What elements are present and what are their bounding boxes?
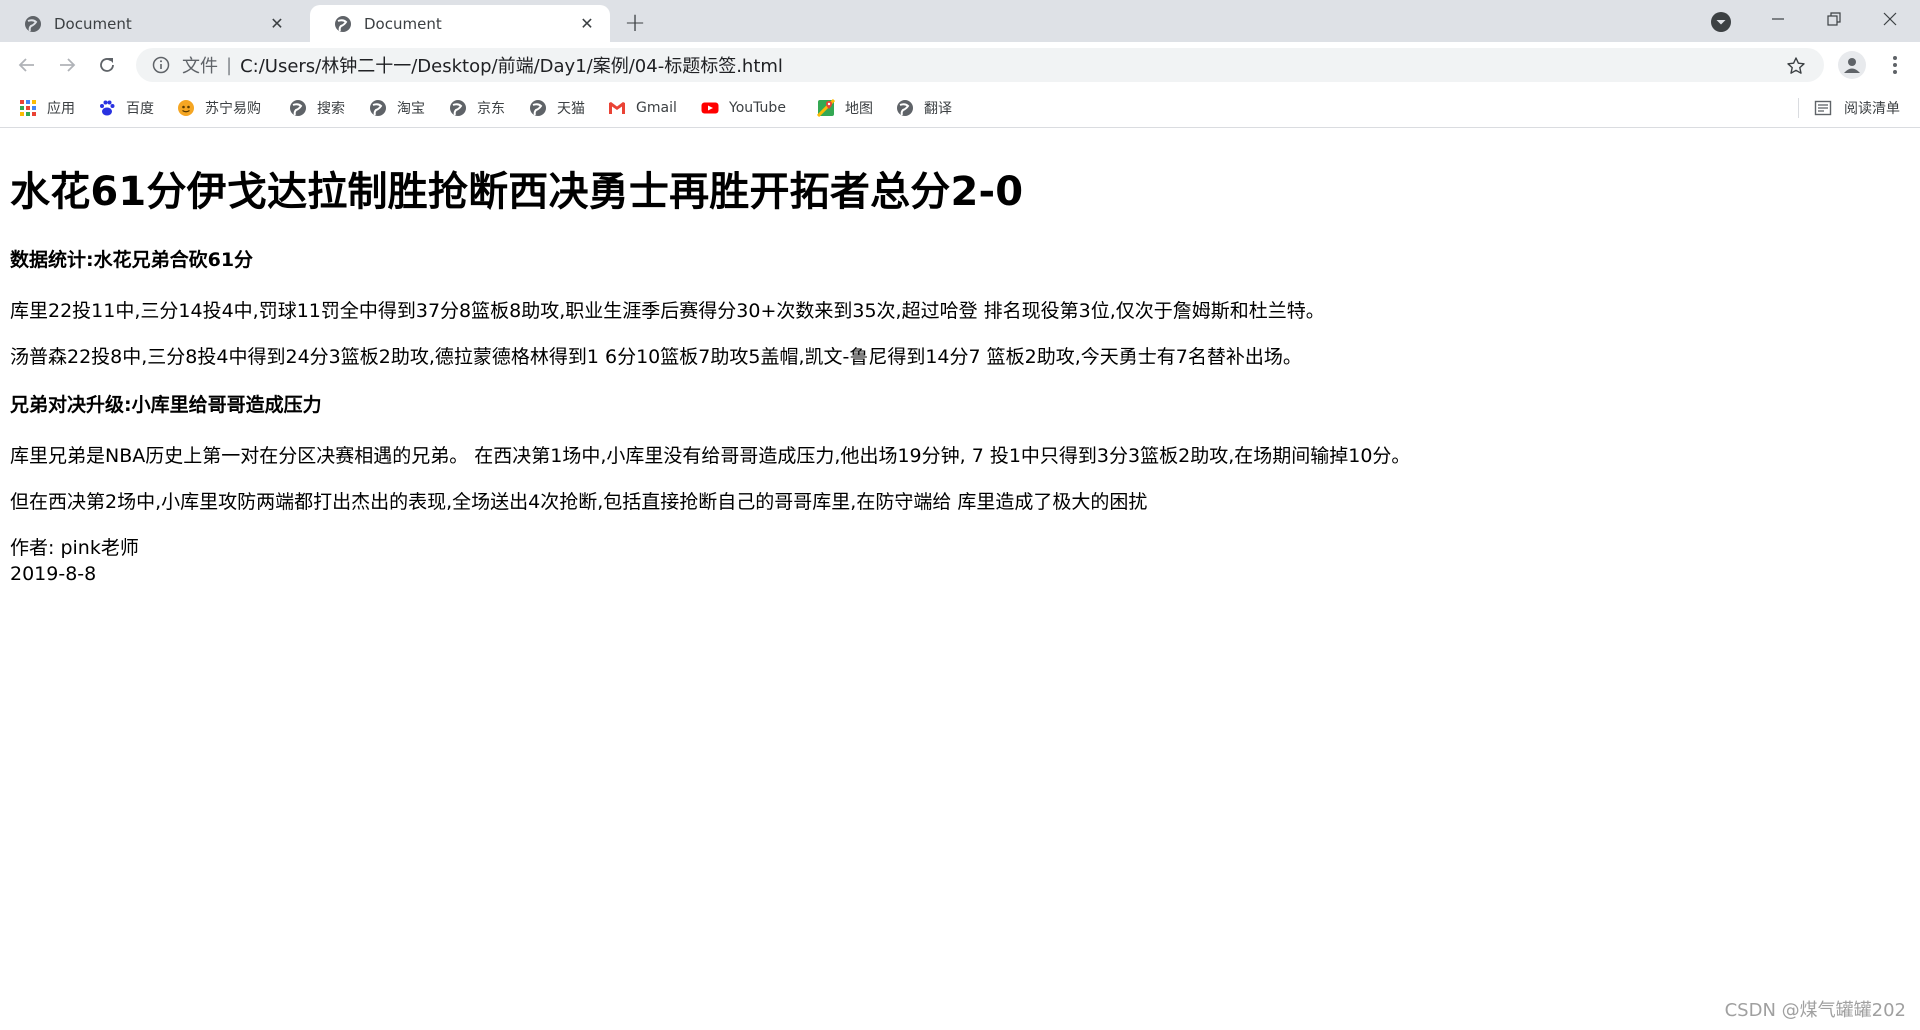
section-heading-stats: 数据统计:水花兄弟合砍61分 bbox=[10, 249, 254, 271]
scheme-label: 文件 bbox=[182, 56, 218, 77]
paragraph-thompson-stats: 汤普森22投8中,三分8投4中得到24分3篮板2助攻,德拉蒙德格林得到1 6分1… bbox=[10, 346, 1302, 368]
baidu-paw-icon bbox=[100, 100, 115, 116]
bookmark-translate[interactable]: 翻译 bbox=[896, 96, 952, 120]
bookmarks-divider bbox=[1798, 98, 1799, 118]
csdn-watermark: CSDN @煤气罐罐202 bbox=[1724, 1000, 1906, 1021]
globe-icon bbox=[530, 100, 546, 116]
avatar-icon bbox=[1844, 58, 1860, 73]
youtube-icon bbox=[701, 102, 719, 114]
more-vertical-icon bbox=[1893, 56, 1897, 74]
bookmark-gmail[interactable]: Gmail bbox=[608, 96, 677, 120]
bookmark-label: 天猫 bbox=[557, 101, 585, 117]
bookmark-search[interactable]: 搜索 bbox=[289, 96, 345, 120]
bookmark-label: 淘宝 bbox=[397, 101, 425, 117]
arrow-left-icon bbox=[18, 58, 34, 72]
bookmark-label: Gmail bbox=[636, 100, 677, 116]
menu-button[interactable] bbox=[1881, 51, 1909, 79]
info-icon[interactable] bbox=[152, 56, 170, 74]
bookmark-label: 百度 bbox=[126, 101, 154, 117]
globe-icon bbox=[25, 15, 41, 32]
close-window-button[interactable] bbox=[1862, 0, 1918, 38]
page-content: 水花61分伊戈达拉制胜抢断西决勇士再胜开拓者总分2-0 数据统计:水花兄弟合砍6… bbox=[10, 129, 1910, 587]
profile-button[interactable] bbox=[1838, 51, 1866, 79]
author-line: 作者: pink老师 bbox=[10, 537, 139, 559]
reading-list-label: 阅读清单 bbox=[1844, 101, 1900, 117]
gmail-icon bbox=[609, 102, 625, 114]
close-icon bbox=[1883, 12, 1897, 26]
reload-button[interactable] bbox=[91, 49, 123, 81]
bookmark-label: 地图 bbox=[845, 101, 873, 117]
globe-icon bbox=[335, 15, 351, 32]
paragraph-brothers-game1: 库里兄弟是NBA历史上第一对在分区决赛相遇的兄弟。 在西决第1场中,小库里没有给… bbox=[10, 445, 1411, 467]
tab-title: Document bbox=[54, 14, 132, 33]
close-icon[interactable]: ✕ bbox=[576, 13, 598, 35]
back-button[interactable] bbox=[11, 49, 43, 81]
tab-document-2[interactable]: Document ✕ bbox=[310, 5, 610, 42]
globe-icon bbox=[290, 100, 306, 116]
bookmark-label: 应用 bbox=[47, 101, 75, 117]
bookmark-label: 京东 bbox=[477, 101, 505, 117]
globe-icon bbox=[450, 100, 466, 116]
bookmark-tmall[interactable]: 天猫 bbox=[529, 96, 585, 120]
reading-list-button[interactable]: 阅读清单 bbox=[1814, 96, 1900, 120]
maps-icon bbox=[817, 99, 835, 117]
minimize-button[interactable] bbox=[1750, 0, 1806, 38]
bookmark-maps[interactable]: 地图 bbox=[817, 96, 873, 120]
bookmark-label: 翻译 bbox=[924, 101, 952, 117]
arrow-right-icon bbox=[60, 58, 76, 72]
section-heading-brothers: 兄弟对决升级:小库里给哥哥造成压力 bbox=[10, 394, 322, 416]
apps-grid-icon bbox=[20, 100, 36, 116]
minimize-icon bbox=[1772, 18, 1784, 20]
bookmark-suning[interactable]: 苏宁易购 bbox=[177, 96, 261, 120]
reading-list-icon bbox=[1814, 100, 1832, 116]
tab-document-1[interactable]: Document ✕ bbox=[0, 5, 300, 42]
bookmark-star-icon[interactable] bbox=[1786, 56, 1806, 76]
forward-button[interactable] bbox=[51, 49, 83, 81]
date-line: 2019-8-8 bbox=[10, 563, 97, 585]
tab-search-icon[interactable] bbox=[1709, 10, 1733, 34]
bookmark-label: 苏宁易购 bbox=[205, 101, 261, 117]
close-icon[interactable]: ✕ bbox=[266, 13, 288, 35]
url-text[interactable]: C:/Users/林钟二十一/Desktop/前端/Day1/案例/04-标题标… bbox=[240, 52, 783, 78]
restore-icon bbox=[1827, 12, 1841, 26]
page-title: 水花61分伊戈达拉制胜抢断西决勇士再胜开拓者总分2-0 bbox=[10, 169, 1024, 215]
paragraph-curry-stats: 库里22投11中,三分14投4中,罚球11罚全中得到37分8篮板8助攻,职业生涯… bbox=[10, 300, 1325, 322]
suning-icon bbox=[178, 100, 194, 116]
bookmark-jd[interactable]: 京东 bbox=[449, 96, 505, 120]
reload-icon bbox=[100, 58, 114, 72]
bookmark-label: YouTube bbox=[729, 100, 786, 116]
bookmark-label: 搜索 bbox=[317, 101, 345, 117]
bookmarks-bar: 应用 百度 苏宁易购 搜索 淘宝 京东 天猫 Gmail YouTube 地图 … bbox=[0, 88, 1920, 128]
globe-icon bbox=[897, 100, 913, 116]
bookmark-apps[interactable]: 应用 bbox=[19, 96, 75, 120]
bookmark-taobao[interactable]: 淘宝 bbox=[369, 96, 425, 120]
tab-strip: Document ✕ Document ✕ + bbox=[0, 0, 1920, 42]
new-tab-button[interactable]: + bbox=[620, 8, 650, 38]
paragraph-brothers-game2: 但在西决第2场中,小库里攻防两端都打出杰出的表现,全场送出4次抢断,包括直接抢断… bbox=[10, 491, 1148, 513]
scheme-separator: | bbox=[226, 54, 233, 76]
bookmark-youtube[interactable]: YouTube bbox=[701, 96, 786, 120]
bookmark-baidu[interactable]: 百度 bbox=[98, 96, 154, 120]
restore-button[interactable] bbox=[1806, 0, 1862, 38]
browser-toolbar: 文件 | C:/Users/林钟二十一/Desktop/前端/Day1/案例/0… bbox=[0, 42, 1920, 88]
globe-icon bbox=[370, 100, 386, 116]
address-bar[interactable]: 文件 | C:/Users/林钟二十一/Desktop/前端/Day1/案例/0… bbox=[136, 48, 1824, 82]
tab-title: Document bbox=[364, 14, 442, 33]
